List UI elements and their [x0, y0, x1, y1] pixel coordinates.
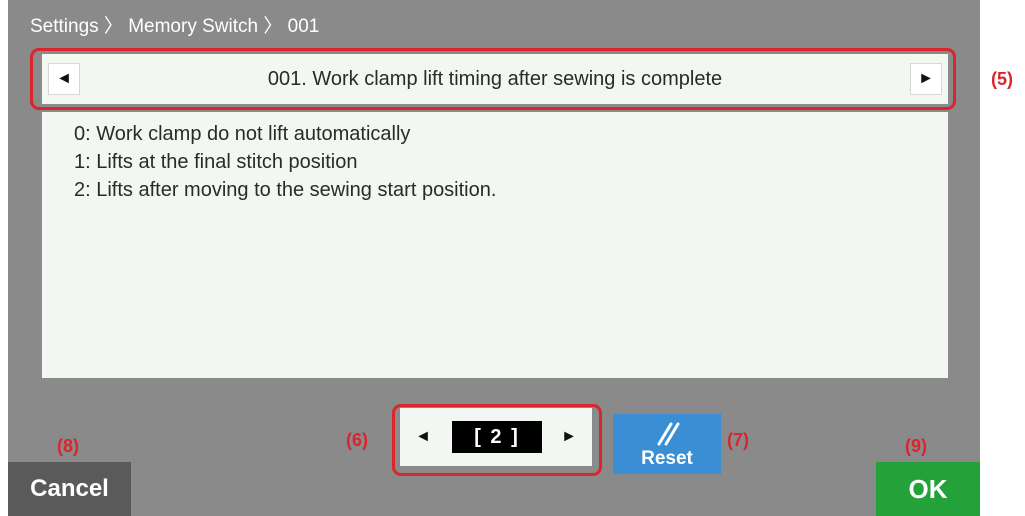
ok-button[interactable]: OK: [876, 462, 980, 516]
description-line: 1: Lifts at the final stitch position: [74, 151, 358, 173]
description-line: 0: Work clamp do not lift automatically: [74, 123, 411, 145]
description-line: 2: Lifts after moving to the sewing star…: [74, 179, 497, 201]
callout-label-6: (6): [346, 430, 368, 450]
increase-value-button[interactable]: ►: [556, 420, 582, 454]
breadcrumb: Settings 〉 Memory Switch 〉 001: [30, 16, 320, 37]
reset-button[interactable]: Reset: [613, 414, 721, 474]
setting-description-panel: 0: Work clamp do not lift automatically …: [42, 112, 948, 378]
reset-label: Reset: [641, 448, 693, 469]
left-arrow-icon: ◄: [415, 428, 431, 445]
setting-title-bar: ◄ 001. Work clamp lift timing after sewi…: [42, 54, 948, 104]
right-arrow-icon: ►: [918, 70, 934, 87]
reset-slash-icon: [657, 422, 680, 446]
setting-title: 001. Work clamp lift timing after sewing…: [267, 68, 723, 90]
next-setting-button[interactable]: ►: [910, 63, 942, 95]
right-arrow-icon: ►: [561, 428, 577, 445]
callout-label-5: (5): [991, 69, 1013, 89]
left-arrow-icon: ◄: [56, 70, 72, 87]
value-selector: ◄ [ 2 ] ►: [400, 408, 592, 466]
cancel-button[interactable]: Cancel: [8, 462, 131, 516]
previous-setting-button[interactable]: ◄: [48, 63, 80, 95]
callout-label-7: (7): [727, 430, 749, 450]
callout-label-8: (8): [57, 436, 79, 456]
memory-switch-screen: Settings 〉 Memory Switch 〉 001 ◄ 001. Wo…: [8, 0, 980, 516]
callout-label-9: (9): [905, 436, 927, 456]
value-display: [ 2 ]: [452, 421, 542, 453]
decrease-value-button[interactable]: ◄: [410, 420, 436, 454]
